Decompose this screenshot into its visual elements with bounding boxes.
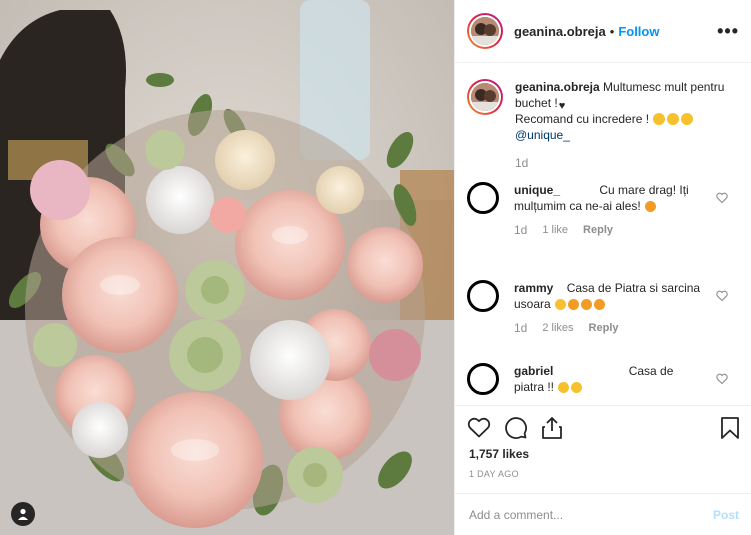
comment-like-heart-icon[interactable]	[716, 373, 728, 387]
comment-username[interactable]: gabriel	[514, 364, 553, 378]
commenter-avatar[interactable]	[467, 363, 499, 395]
smile-emoji-icon	[558, 382, 570, 393]
kiss-emoji-icon	[581, 299, 593, 310]
kiss-emoji-icon	[594, 299, 606, 310]
caption-avatar[interactable]	[467, 79, 503, 115]
commenter-avatar[interactable]	[467, 182, 499, 214]
comment-text: rammy Casa de Piatra si sarcina usoara	[514, 280, 702, 312]
comment-input[interactable]	[469, 507, 713, 522]
smile-emoji-icon	[571, 382, 583, 393]
comment-like-heart-icon[interactable]	[716, 290, 728, 304]
comment-reply-button[interactable]: Reply	[583, 224, 613, 236]
kiss-emoji-icon	[568, 299, 580, 310]
comment-reply-button[interactable]: Reply	[589, 322, 619, 334]
comment-item: rammy Casa de Piatra si sarcina usoara 1…	[467, 280, 742, 335]
clap-emoji-icon	[653, 113, 666, 125]
comment-time[interactable]: 1d	[514, 321, 527, 335]
instagram-post: geanina.obreja • Follow ••• geanina.obre…	[0, 0, 751, 535]
heart-icon[interactable]	[467, 416, 491, 443]
bookmark-icon[interactable]	[720, 416, 740, 443]
hug-emoji-icon	[681, 113, 694, 125]
caption-time[interactable]: 1d	[515, 156, 742, 170]
post-comment-button[interactable]: Post	[713, 508, 739, 522]
post-header: geanina.obreja • Follow •••	[455, 0, 751, 63]
add-comment-bar: Post	[455, 493, 751, 535]
caption-username[interactable]: geanina.obreja	[515, 80, 600, 94]
comment-username[interactable]: unique_	[514, 183, 560, 197]
post-actions: 1,757 likes 1 DAY AGO	[455, 405, 751, 495]
ok-hand-emoji-icon	[667, 113, 680, 125]
comment-meta: 1d 1 like Reply	[514, 223, 742, 237]
commenter-avatar[interactable]	[467, 280, 499, 312]
user-tag-icon[interactable]	[11, 502, 35, 526]
comment-item: unique_ Cu mare drag! Iți mulțumim ca ne…	[467, 182, 742, 237]
share-icon[interactable]	[541, 416, 563, 443]
post-date[interactable]: 1 DAY AGO	[469, 469, 519, 479]
smile-emoji-icon	[555, 299, 567, 310]
caption-text: geanina.obreja Multumesc mult pentru buc…	[515, 79, 742, 143]
post-caption: geanina.obreja Multumesc mult pentru buc…	[467, 79, 742, 170]
author-avatar[interactable]	[467, 13, 503, 49]
comment-text: gabriel Casa de piatra !!	[514, 363, 702, 395]
bouquet-image	[0, 0, 454, 535]
caption-mention-link[interactable]: @unique_	[515, 128, 570, 142]
separator-dot: •	[609, 23, 615, 39]
likes-count[interactable]: 1,757 likes	[469, 447, 529, 461]
comments-list[interactable]: geanina.obreja Multumesc mult pentru buc…	[455, 64, 751, 404]
action-icons	[467, 416, 563, 443]
comment-like-heart-icon[interactable]	[716, 192, 728, 206]
more-icon[interactable]: •••	[717, 21, 739, 42]
comment-likes[interactable]: 1 like	[542, 224, 568, 236]
kiss-emoji-icon	[645, 201, 657, 212]
comment-username[interactable]: rammy	[514, 281, 553, 295]
comment-meta: 1d 2 likes Reply	[514, 321, 742, 335]
post-side-panel: geanina.obreja • Follow ••• geanina.obre…	[454, 0, 751, 535]
follow-button[interactable]: Follow	[618, 24, 659, 39]
caption-line-2: Recomand cu incredere !	[515, 112, 650, 126]
comment-time[interactable]: 1d	[514, 223, 527, 237]
comment-item: gabriel Casa de piatra !!	[467, 363, 742, 395]
black-heart-emoji-icon: ♥	[558, 100, 566, 112]
author-username[interactable]: geanina.obreja	[514, 24, 606, 39]
post-photo[interactable]	[0, 0, 454, 535]
comment-text: unique_ Cu mare drag! Iți mulțumim ca ne…	[514, 182, 702, 214]
comment-likes[interactable]: 2 likes	[542, 322, 573, 334]
comment-icon[interactable]	[504, 416, 528, 443]
